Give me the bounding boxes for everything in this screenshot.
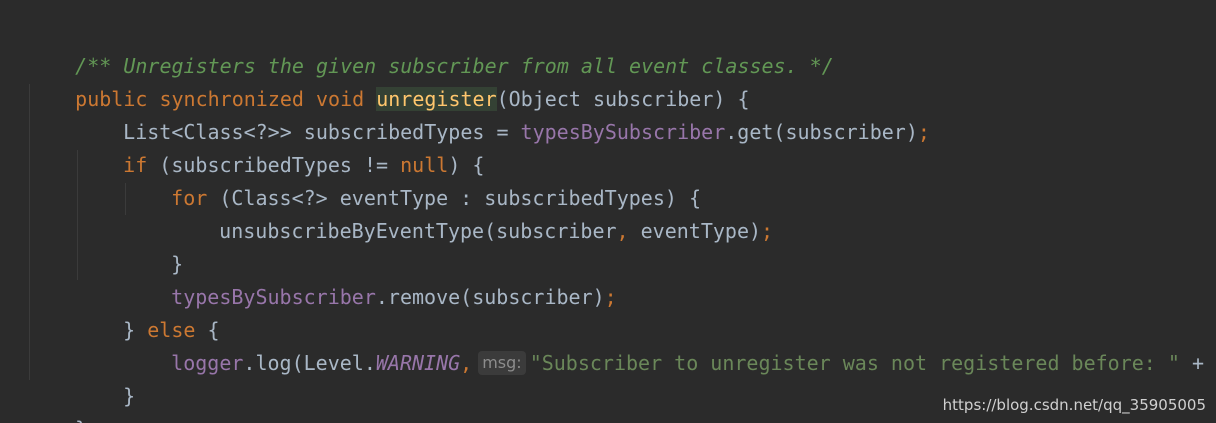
watermark-url: https://blog.csdn.net/qq_35905005 <box>942 396 1206 414</box>
code-line-remove-call: typesBySubscriber.remove(subscriber); <box>123 248 617 309</box>
semicolon: ; <box>604 285 617 309</box>
code-line-logger-call: logger.log(Level.WARNING, msg: "Subscriber… <box>123 314 1216 375</box>
string-literal: "Subscriber to unregister was not regist… <box>529 351 1180 375</box>
code-text: + sub <box>1191 351 1204 375</box>
semicolon: ; <box>761 219 774 243</box>
semicolon: ; <box>917 120 930 144</box>
code-line-doc-comment: /** Unregisters the given subscriber fro… <box>27 17 834 78</box>
code-line-close-brace: } <box>75 347 135 408</box>
code-line-else: } else { <box>75 281 219 342</box>
constant-warning[interactable]: WARNING <box>376 351 460 375</box>
code-text: unsubscribeByEventType(subscriber <box>219 219 617 243</box>
code-editor[interactable]: /** Unregisters the given subscriber fro… <box>0 0 1216 423</box>
code-text: eventType) <box>628 219 762 243</box>
comma: , <box>460 351 473 375</box>
code-text: .get(subscriber) <box>725 120 918 144</box>
field-logger[interactable]: logger <box>171 351 243 375</box>
code-text: .log(Level. <box>243 351 376 375</box>
close-brace: } <box>123 384 136 408</box>
code-line-unsubscribe-call: unsubscribeByEventType(subscriber, event… <box>171 182 773 243</box>
code-line-for-loop: for (Class<?> eventType : subscribedType… <box>123 149 701 210</box>
code-line-method-signature: public synchronized void unregister(Obje… <box>27 50 750 111</box>
field-types-by-subscriber[interactable]: typesBySubscriber <box>521 120 726 144</box>
close-brace: } <box>75 417 87 423</box>
comma: , <box>616 219 629 243</box>
code-line-close-brace: } <box>27 380 87 423</box>
code-line-close-brace: } <box>123 215 183 276</box>
code-line-if-null-check: if (subscribedTypes != null) { <box>75 116 484 177</box>
code-text: .remove(subscriber) <box>375 285 605 309</box>
code-line-subscribed-types: List<Class<?>> subscribedTypes = typesBy… <box>75 83 930 144</box>
parameter-hint-msg: msg: <box>478 351 526 375</box>
